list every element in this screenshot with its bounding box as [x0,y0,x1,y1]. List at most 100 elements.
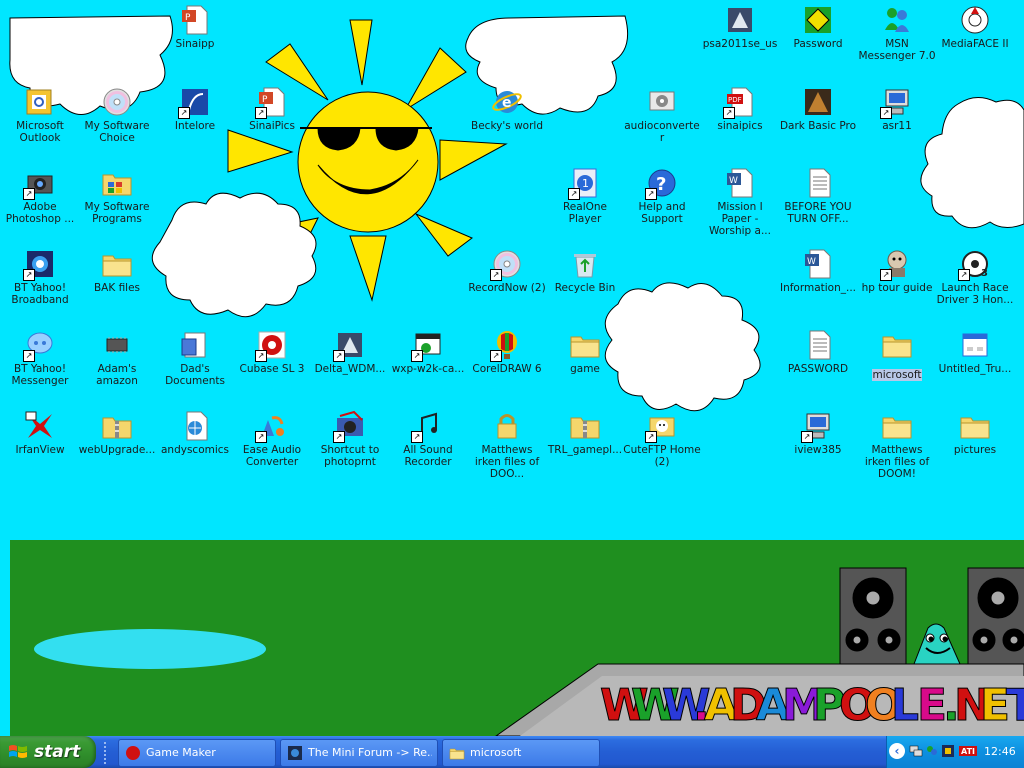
desktop-icon-label: asr11 [882,120,912,132]
programs-folder-icon [101,167,133,199]
desktop-icon-before-you-turn-off[interactable]: BEFORE YOU TURN OFF... [778,163,858,241]
desktop-icon-microsoft[interactable]: microsoft [857,325,937,403]
start-button[interactable]: start [0,736,96,768]
desktop-icon-mission-i-paper-worship-a[interactable]: W Mission I Paper - Worship a... [700,163,780,241]
desktop-icon-cubase-sl-3[interactable]: ↗ Cubase SL 3 [232,325,312,403]
word-doc-icon: W [802,248,834,280]
desktop-icon-sinaipics[interactable]: P ↗ SinaiPics [232,82,312,160]
desktop-icon-recycle-bin[interactable]: Recycle Bin [545,244,625,322]
desktop-icon-label: hp tour guide [861,282,933,294]
desktop-icon-shortcut-to-photoprnt[interactable]: ↗ Shortcut to photoprnt [310,406,390,484]
desktop-icon-bak-files[interactable]: BAK files [77,244,157,322]
desktop-icon-game[interactable]: game [545,325,625,403]
desktop-icon-asr11[interactable]: ↗ asr11 [857,82,937,160]
computer-icon: ↗ [880,86,913,119]
desktop-icon-label: CuteFTP Home (2) [623,444,701,468]
desktop-icon-label: SinaiPics [249,120,295,132]
antivirus-tray-icon[interactable] [941,744,955,758]
desktop-icon-msn-messenger-7-0[interactable]: MSN Messenger 7.0 [857,0,937,78]
computer-icon: ↗ [801,410,834,443]
desktop-icon-label: BT Yahoo! Broadband [11,282,69,306]
desktop-icon-andyscomics[interactable]: andyscomics [155,406,235,484]
desktop-icon-webupgrade[interactable]: webUpgrade... [77,406,157,484]
desktop-icon-mediaface-ii[interactable]: MediaFACE II [935,0,1015,78]
desktop-icon-trl-gamepl[interactable]: TRL_gamepl... [545,406,625,484]
desktop-icon-label: Launch Race Driver 3 Hon... [936,282,1014,306]
desktop-icon-pictures[interactable]: pictures [935,406,1015,484]
desktop-icon-becky-s-world[interactable]: e Becky's world [467,82,547,160]
show-hidden-icons-icon[interactable]: ‹ [889,743,905,759]
desktop-icon-sinaipics[interactable]: PDF ↗ sinaipics [700,82,780,160]
desktop-icon-recordnow-2[interactable]: ↗ RecordNow (2) [467,244,547,322]
desktop[interactable]: WWW.ADAMPOOLE.NET P Sinaipp Microsoft Outl… [0,0,1024,736]
task-button-microsoft[interactable]: microsoft [442,739,600,767]
desktop-icon-hp-tour-guide[interactable]: ↗ hp tour guide [857,244,937,322]
desktop-icon-adam-s-amazon[interactable]: Adam's amazon [77,325,157,403]
desktop-icon-my-software-choice[interactable]: My Software Choice [77,82,157,160]
desktop-icon-password[interactable]: PASSWORD [778,325,858,403]
desktop-icon-information[interactable]: W Information_... [778,244,858,322]
desktop-icon-label: andyscomics [160,444,230,456]
desktop-icon-adobe-photoshop[interactable]: ↗ Adobe Photoshop ... [0,163,80,241]
desktop-icon-realone-player[interactable]: 1 ↗ RealOne Player [545,163,625,241]
desktop-icon-sinaipp[interactable]: P Sinaipp [155,0,235,78]
desktop-icon-label: BT Yahoo! Messenger [11,363,69,387]
desktop-icon-label: MediaFACE II [941,38,1009,50]
messenger-tray-icon[interactable] [925,744,939,758]
desktop-icon-label: Dark Basic Pro [779,120,857,132]
desktop-icon-bt-yahoo-messenger[interactable]: ↗ BT Yahoo! Messenger [0,325,80,403]
desktop-icon-dark-basic-pro[interactable]: Dark Basic Pro [778,82,858,160]
shortcut-arrow-icon: ↗ [723,107,735,119]
desktop-icon-untitled-tru[interactable]: Untitled_Tru... [935,325,1015,403]
desktop-icon-matthews-irken-files-of-doom[interactable]: Matthews irken files of DOOM! [857,406,937,484]
text-file-icon [802,167,834,199]
desktop-icon-microsoft-outlook[interactable]: Microsoft Outlook [0,82,80,160]
clock[interactable]: 12:46 [984,745,1016,758]
shortcut-arrow-icon: ↗ [411,350,423,362]
desktop-icon-iview385[interactable]: ↗ iview385 [778,406,858,484]
desktop-icon-irfanview[interactable]: IrfanView [0,406,80,484]
desktop-icon-help-and-support[interactable]: ? ↗ Help and Support [622,163,702,241]
task-button-the-mini-forum-re[interactable]: The Mini Forum -> Re... [280,739,438,767]
desktop-icon-coreldraw-6[interactable]: ↗ CorelDRAW 6 [467,325,547,403]
internet-explorer-icon: e [491,86,523,118]
desktop-icon-label: Cubase SL 3 [239,363,305,375]
desktop-icon-intelore[interactable]: ↗ Intelore [155,82,235,160]
network-tray-icon[interactable] [909,744,923,758]
desktop-icon-audioconverter[interactable]: audioconverter [622,82,702,160]
desktop-icon-launch-race-driver-3-hon[interactable]: 3 ↗ Launch Race Driver 3 Hon... [935,244,1015,322]
desktop-icon-label: webUpgrade... [78,444,156,456]
desktop-icon-psa2011se-us[interactable]: psa2011se_us [700,0,780,78]
svg-text:P: P [262,95,268,105]
desktop-icon-password[interactable]: Password [778,0,858,78]
shortcut-arrow-icon: ↗ [801,431,813,443]
desktop-icon-cuteftp-home-2[interactable]: ↗ CuteFTP Home (2) [622,406,702,484]
hp-guide-icon: ↗ [880,248,913,281]
outlook-icon [24,86,56,118]
shortcut-arrow-icon: ↗ [255,107,267,119]
folder-icon [881,410,913,442]
browser-icon [287,745,303,761]
desktop-icon-dad-s-documents[interactable]: Dad's Documents [155,325,235,403]
mediaface-icon [959,4,991,36]
desktop-icon-label: Sinaipp [175,38,215,50]
desktop-icon-ease-audio-converter[interactable]: ↗ Ease Audio Converter [232,406,312,484]
windows-logo-icon [9,745,27,758]
desktop-icon-label: RecordNow (2) [468,282,546,294]
desktop-icon-delta-wdm[interactable]: ↗ Delta_WDM... [310,325,390,403]
ati-tray-icon[interactable]: ATI [959,744,977,758]
svg-text:?: ? [656,174,666,195]
desktop-icon-bt-yahoo-broadband[interactable]: ↗ BT Yahoo! Broadband [0,244,80,322]
desktop-icon-label: wxp-w2k-ca... [391,363,465,375]
desktop-icon-my-software-programs[interactable]: My Software Programs [77,163,157,241]
taskbar-grip[interactable] [104,742,110,764]
desktop-icon-matthews-irken-files-of-doo[interactable]: Matthews irken files of DOO... [467,406,547,484]
desktop-icon-all-sound-recorder[interactable]: ↗ All Sound Recorder [388,406,468,484]
desktop-icon-wxp-w2k-ca[interactable]: ↗ wxp-w2k-ca... [388,325,468,403]
task-button-game-maker[interactable]: Game Maker [118,739,276,767]
svg-text:W: W [807,257,816,267]
cd-icon: ↗ [490,248,523,281]
app-window-icon: ↗ [411,329,444,362]
desktop-icon-label: microsoft [871,369,923,381]
desktop-icon-label: My Software Programs [84,201,150,225]
